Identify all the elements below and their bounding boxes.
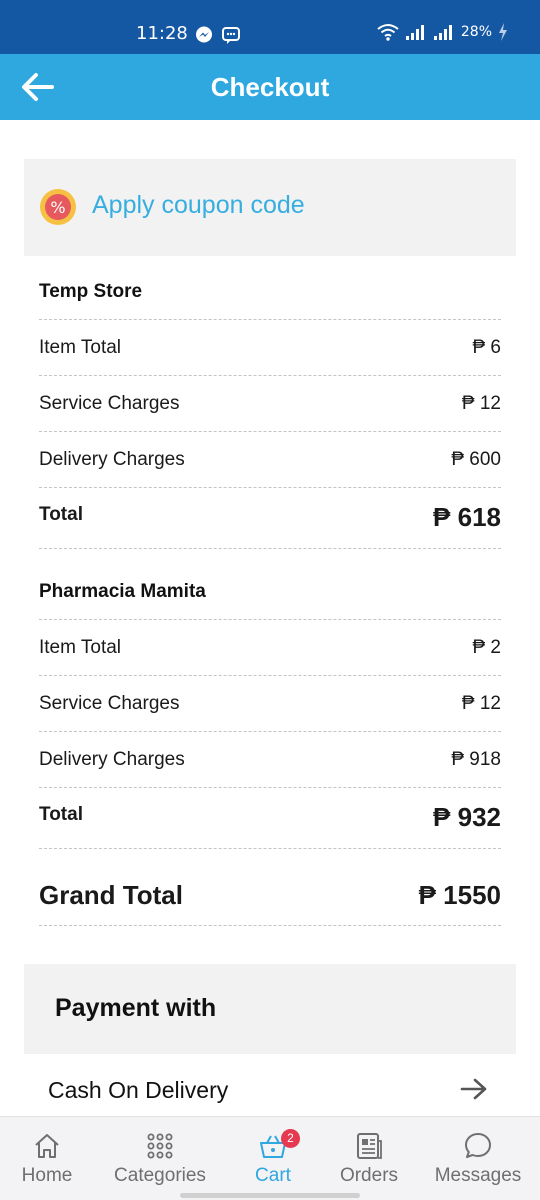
- charge-row: Item Total ₱ 6: [39, 320, 501, 376]
- cart-badge: 2: [281, 1129, 300, 1148]
- signal-icon: [405, 25, 424, 40]
- store-name: Temp Store: [39, 281, 143, 302]
- messenger-icon: [196, 26, 212, 43]
- store-total-label: Total: [39, 804, 83, 825]
- payment-title: Payment with: [55, 994, 217, 1022]
- grand-total-row: Grand Total ₱ 1550: [39, 849, 501, 926]
- charge-label: Service Charges: [39, 693, 180, 714]
- charge-value: ₱ 2: [472, 637, 501, 658]
- home-indicator: [180, 1193, 360, 1198]
- nav-label: Orders: [339, 1165, 399, 1186]
- signal-icon: [433, 25, 452, 40]
- arrow-right-icon: [460, 1078, 487, 1100]
- charge-row: Delivery Charges ₱ 600: [39, 432, 501, 488]
- status-time: 11:28: [136, 23, 188, 44]
- store-total-value: ₱ 932: [433, 802, 501, 832]
- home-icon: [35, 1134, 59, 1158]
- charge-value: ₱ 12: [461, 693, 501, 714]
- store-total-value: ₱ 618: [433, 502, 501, 532]
- charge-value: ₱ 918: [451, 749, 501, 770]
- charge-row: Item Total ₱ 2: [39, 620, 501, 676]
- store-header: Pharmacia Mamita: [39, 576, 501, 620]
- nav-messages[interactable]: Messages: [426, 1117, 530, 1200]
- nav-cart[interactable]: 2 Cart: [226, 1117, 320, 1200]
- store-total-label: Total: [39, 504, 83, 525]
- charge-value: ₱ 12: [461, 393, 501, 414]
- document-icon: [357, 1133, 382, 1159]
- chat-icon: [465, 1133, 491, 1158]
- apply-coupon-button[interactable]: % Apply coupon code: [24, 159, 516, 256]
- wifi-icon: [377, 24, 399, 41]
- charge-row: Service Charges ₱ 12: [39, 376, 501, 432]
- app-bar: Checkout: [0, 54, 540, 120]
- nav-orders[interactable]: Orders: [322, 1117, 416, 1200]
- store-total-row: Total ₱ 618: [39, 488, 501, 549]
- nav-home[interactable]: Home: [0, 1117, 94, 1200]
- store-header: Temp Store: [39, 276, 501, 320]
- message-notification-icon: [222, 27, 240, 44]
- nav-label: Home: [21, 1165, 73, 1186]
- payment-section: Payment with: [24, 964, 516, 1054]
- svg-text:%: %: [50, 198, 65, 217]
- charge-label: Delivery Charges: [39, 749, 185, 770]
- charge-label: Delivery Charges: [39, 449, 185, 470]
- payment-method-cod[interactable]: Cash On Delivery: [24, 1060, 516, 1116]
- charge-label: Item Total: [39, 637, 122, 658]
- coupon-percent-icon: %: [40, 189, 76, 225]
- nav-label: Messages: [434, 1165, 522, 1186]
- nav-categories[interactable]: Categories: [106, 1117, 214, 1200]
- charge-row: Service Charges ₱ 12: [39, 676, 501, 732]
- store-name: Pharmacia Mamita: [39, 581, 206, 602]
- bottom-navigation: Home Categories 2 Cart Orders Messages: [0, 1116, 540, 1200]
- nav-label: Categories: [114, 1165, 206, 1186]
- status-bar: 11:28 28%: [0, 0, 540, 54]
- grid-icon: [147, 1133, 173, 1159]
- charge-label: Service Charges: [39, 393, 180, 414]
- store-total-row: Total ₱ 932: [39, 788, 501, 849]
- nav-label: Cart: [255, 1165, 291, 1186]
- coupon-label: Apply coupon code: [92, 191, 305, 219]
- charge-value: ₱ 600: [451, 449, 501, 470]
- grand-total-label: Grand Total: [39, 880, 183, 910]
- charge-row: Delivery Charges ₱ 918: [39, 732, 501, 788]
- payment-method-label: Cash On Delivery: [48, 1077, 229, 1103]
- charge-label: Item Total: [39, 337, 122, 358]
- page-title: Checkout: [210, 72, 330, 102]
- battery-percentage: 28%: [460, 24, 492, 40]
- grand-total-value: ₱ 1550: [418, 880, 501, 910]
- charging-icon: [499, 23, 507, 41]
- charge-value: ₱ 6: [472, 337, 501, 358]
